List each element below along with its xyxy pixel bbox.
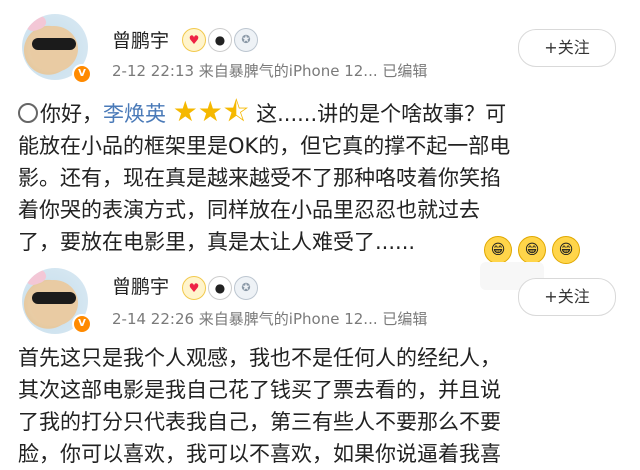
medal-badge-icon[interactable]: ✪ bbox=[234, 276, 258, 300]
comment-line-4: 脸，你可以喜欢，我可以不喜欢，如果你说逼着我喜 bbox=[18, 442, 501, 466]
medal-badge-icon[interactable]: ✪ bbox=[234, 28, 258, 52]
username[interactable]: 曾鹏宇 bbox=[112, 272, 169, 299]
comment-line-1: 首先这只是我个人观感，我也不是任何人的经纪人， bbox=[18, 346, 501, 370]
comment-line-3: 了我的打分只代表我自己，第三有些人不要那么不要 bbox=[18, 410, 501, 434]
comment-body: 首先这只是我个人观感，我也不是任何人的经纪人， 其次这部电影是我自己花了钱买了票… bbox=[18, 342, 622, 470]
comment-line-4: 着你哭的表演方式，同样放在小品里忍忍也就过去 bbox=[18, 198, 480, 222]
comment-post-1: V 曾鹏宇 ♥ ● ✪ 2-12 22:13 来自暴脾气的iPhone 12..… bbox=[0, 0, 640, 264]
verified-icon: V bbox=[72, 64, 92, 84]
panda-badge-icon[interactable]: ● bbox=[208, 28, 232, 52]
avatar-glasses bbox=[32, 38, 76, 50]
mention-link[interactable]: 李焕英 bbox=[103, 102, 166, 126]
comment-line-2: 能放在小品的框架里是OK的，但它真的撑不起一部电 bbox=[18, 134, 511, 158]
panda-badge-icon[interactable]: ● bbox=[208, 276, 232, 300]
heart-badge-icon[interactable]: ♥ bbox=[182, 276, 206, 300]
comment-line-3: 影。还有，现在真是越来越受不了那种咯吱着你笑掐 bbox=[18, 166, 501, 190]
verified-icon: V bbox=[72, 314, 92, 334]
rating-stars-icon: ★★ bbox=[172, 95, 223, 128]
post-meta: 2-12 22:13 来自暴脾气的iPhone 12... 已编辑 bbox=[112, 62, 428, 80]
comment-line-2: 其次这部电影是我自己花了钱买了票去看的，并且说 bbox=[18, 378, 501, 402]
half-star-icon: ⯪ bbox=[222, 95, 250, 128]
username[interactable]: 曾鹏宇 bbox=[112, 26, 169, 53]
follow-button[interactable]: +关注 bbox=[518, 29, 616, 67]
heart-badge-icon[interactable]: ♥ bbox=[182, 28, 206, 52]
smile-icon bbox=[18, 103, 38, 123]
follow-button[interactable]: +关注 bbox=[518, 278, 616, 316]
avatar-glasses bbox=[32, 292, 76, 304]
comment-post-2: V 曾鹏宇 ♥ ● ✪ 2-14 22:26 来自暴脾气的iPhone 12..… bbox=[0, 250, 640, 466]
comment-body: 你好，李焕英 ★★⯪ 这......讲的是个啥故事？可 能放在小品的框架里是OK… bbox=[18, 98, 622, 258]
comment-line-1: 你好，李焕英 ★★⯪ 这......讲的是个啥故事？可 bbox=[18, 98, 622, 130]
post-meta: 2-14 22:26 来自暴脾气的iPhone 12... 已编辑 bbox=[112, 310, 428, 328]
